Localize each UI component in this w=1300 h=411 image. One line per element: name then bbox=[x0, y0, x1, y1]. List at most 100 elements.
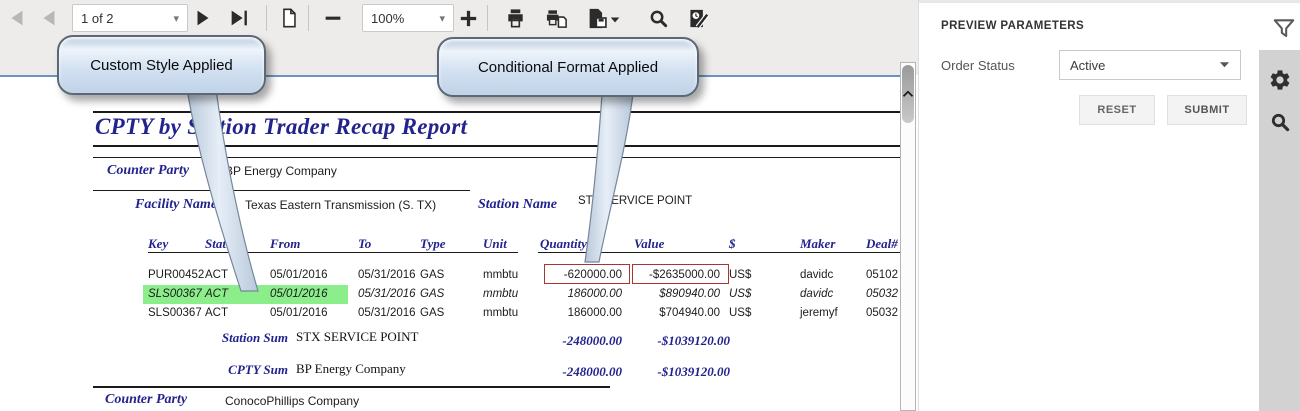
scrollbar-thumb[interactable] bbox=[902, 65, 914, 123]
vertical-scrollbar[interactable] bbox=[900, 62, 916, 411]
cpty-sum-value: -$1039120.00 bbox=[630, 364, 730, 380]
cell-maker: jeremyf bbox=[800, 304, 860, 323]
filter-parameters-button[interactable] bbox=[1271, 16, 1297, 42]
station-sum-name: STX SERVICE POINT bbox=[296, 329, 418, 345]
table-row-highlighted: SLS00367 ACT 05/01/2016 05/31/2016 GAS m… bbox=[0, 285, 901, 304]
col-header: Status bbox=[205, 234, 251, 253]
cell-unit: mmbtu bbox=[483, 304, 531, 323]
counter-party-label: Counter Party bbox=[107, 163, 189, 179]
first-page-button[interactable] bbox=[4, 6, 30, 30]
next-page-button[interactable] bbox=[190, 6, 216, 30]
col-header: Value bbox=[634, 234, 726, 253]
page-indicator-select[interactable]: 1 of 2 ▾ bbox=[72, 4, 188, 32]
search-icon bbox=[1268, 110, 1292, 134]
panel-top-strip bbox=[919, 0, 1300, 3]
next-page-icon bbox=[192, 7, 214, 29]
report-title: CPTY by Station Trader Recap Report bbox=[95, 114, 467, 140]
facility-name-value: Texas Eastern Transmission (S. TX) bbox=[245, 198, 436, 212]
cell-key: SLS00367 bbox=[148, 285, 208, 304]
next-counter-party-label: Counter Party bbox=[105, 392, 187, 408]
reset-button[interactable]: RESET bbox=[1079, 95, 1155, 125]
col-header: From bbox=[270, 234, 350, 253]
cell-maker: davidc bbox=[800, 285, 860, 304]
cell-currency: US$ bbox=[729, 285, 767, 304]
col-header: Key bbox=[148, 234, 208, 253]
col-header: Unit bbox=[483, 234, 531, 253]
page-indicator-value: 1 of 2 bbox=[81, 11, 114, 26]
zoom-in-button[interactable] bbox=[455, 6, 481, 30]
station-name-label: Station Name bbox=[478, 197, 557, 213]
search-button[interactable] bbox=[645, 6, 671, 30]
callout-conditional-format: Conditional Format Applied bbox=[437, 37, 699, 97]
chevron-down-icon bbox=[1219, 61, 1230, 69]
zoom-out-icon bbox=[322, 7, 344, 29]
single-page-icon bbox=[278, 7, 300, 29]
last-page-button[interactable] bbox=[226, 6, 252, 30]
single-page-view-button[interactable] bbox=[276, 6, 302, 30]
submit-button[interactable]: SUBMIT bbox=[1167, 95, 1247, 125]
print-on-server-button[interactable] bbox=[542, 6, 572, 30]
printer-server-icon bbox=[544, 7, 570, 30]
previous-page-button[interactable] bbox=[36, 6, 62, 30]
cell-unit: mmbtu bbox=[483, 285, 531, 304]
report-settings-icon bbox=[686, 7, 714, 30]
facility-name-label: Facility Name bbox=[135, 197, 217, 213]
header-underline bbox=[148, 252, 518, 253]
preview-parameters-title: PREVIEW PARAMETERS bbox=[941, 20, 1084, 32]
callout-conditional-format-label: Conditional Format Applied bbox=[478, 59, 658, 76]
cpty-sum-label: CPTY Sum bbox=[150, 362, 288, 378]
panel-side-strip bbox=[1259, 50, 1300, 411]
divider bbox=[93, 157, 901, 158]
print-button[interactable] bbox=[502, 6, 528, 30]
search-panel-button[interactable] bbox=[1268, 110, 1292, 134]
cell-status: ACT bbox=[205, 266, 251, 285]
cell-status: ACT bbox=[205, 285, 251, 304]
table-header-row: Key Status From To Type Unit Quantity Va… bbox=[0, 234, 901, 253]
zoom-level-select[interactable]: 100% ▾ bbox=[362, 4, 454, 32]
cell-from: 05/01/2016 bbox=[270, 266, 350, 285]
cell-deal: 05032 bbox=[866, 285, 901, 304]
cell-deal: 05032 bbox=[866, 304, 901, 323]
table-row: SLS00367 ACT 05/01/2016 05/31/2016 GAS m… bbox=[0, 304, 901, 323]
cell-type: GAS bbox=[420, 266, 462, 285]
gear-icon bbox=[1268, 68, 1292, 92]
cell-maker: davidc bbox=[800, 266, 860, 285]
settings-button[interactable] bbox=[1268, 68, 1292, 92]
toolbar-separator bbox=[487, 5, 488, 31]
export-report-button[interactable] bbox=[583, 6, 625, 30]
station-name-value: STX SERVICE POINT bbox=[578, 195, 692, 207]
printer-icon bbox=[504, 7, 527, 30]
cell-key: SLS00367 bbox=[148, 304, 208, 323]
previous-page-icon bbox=[38, 7, 60, 29]
chevron-down-icon: ▾ bbox=[173, 12, 179, 25]
cell-type: GAS bbox=[420, 285, 462, 304]
zoom-out-button[interactable] bbox=[320, 6, 346, 30]
last-page-icon bbox=[228, 7, 250, 29]
search-icon bbox=[647, 7, 670, 30]
col-header: Deal# bbox=[866, 234, 901, 253]
reset-button-label: RESET bbox=[1097, 104, 1136, 116]
cell-key: PUR00452 bbox=[148, 266, 208, 285]
callout-custom-style: Custom Style Applied bbox=[57, 35, 266, 95]
order-status-select[interactable]: Active bbox=[1059, 50, 1241, 80]
col-header: Maker bbox=[800, 234, 860, 253]
filter-funnel-icon bbox=[1271, 16, 1297, 42]
divider bbox=[93, 190, 470, 191]
cell-unit: mmbtu bbox=[483, 266, 531, 285]
chevron-down-icon: ▾ bbox=[439, 12, 445, 25]
cell-from: 05/01/2016 bbox=[270, 285, 350, 304]
report-settings-button[interactable] bbox=[684, 6, 716, 30]
cell-quantity: 186000.00 bbox=[540, 304, 622, 323]
col-header: Quantity bbox=[540, 234, 622, 253]
chevron-up-icon bbox=[902, 89, 914, 99]
report-preview-window: 1 of 2 ▾ 100% ▾ bbox=[0, 0, 1300, 411]
header-underline bbox=[538, 252, 901, 253]
cell-value: $704940.00 bbox=[628, 304, 720, 323]
submit-button-label: SUBMIT bbox=[1184, 104, 1229, 116]
station-sum-label: Station Sum bbox=[150, 330, 288, 346]
cell-quantity: -620000.00 bbox=[540, 266, 622, 285]
col-header: $ bbox=[729, 234, 767, 253]
counter-party-value: BP Energy Company bbox=[225, 164, 337, 178]
cell-value: $890940.00 bbox=[628, 285, 720, 304]
cell-from: 05/01/2016 bbox=[270, 304, 350, 323]
